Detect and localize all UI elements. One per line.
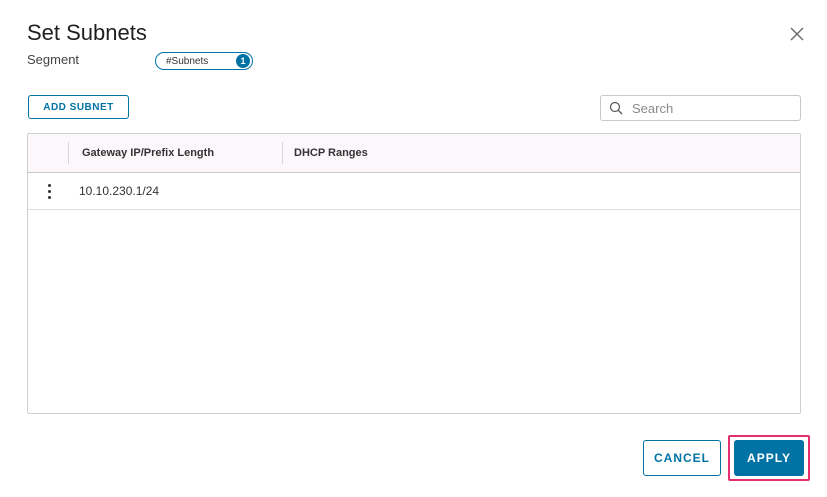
add-subnet-button[interactable]: ADD SUBNET xyxy=(28,95,129,119)
table-row: 10.10.230.1/24 xyxy=(28,173,800,210)
subnets-grid: Gateway IP/Prefix Length DHCP Ranges 10.… xyxy=(27,133,801,414)
grid-header: Gateway IP/Prefix Length DHCP Ranges xyxy=(28,134,800,173)
gateway-cell: 10.10.230.1/24 xyxy=(79,184,160,198)
dialog-title: Set Subnets xyxy=(27,20,147,45)
column-header-dhcp[interactable]: DHCP Ranges xyxy=(294,147,368,159)
column-separator[interactable] xyxy=(68,142,69,164)
subnets-count-badge: 1 xyxy=(236,54,250,68)
cancel-button[interactable]: CANCEL xyxy=(643,440,721,476)
subnets-count-pill[interactable]: #Subnets 1 xyxy=(155,52,253,70)
close-icon[interactable] xyxy=(788,25,806,43)
search-box[interactable] xyxy=(600,95,801,121)
column-separator[interactable] xyxy=(282,142,283,164)
search-input[interactable] xyxy=(630,99,794,117)
more-vertical-icon[interactable] xyxy=(43,182,55,200)
column-header-gateway[interactable]: Gateway IP/Prefix Length xyxy=(82,147,214,159)
apply-button[interactable]: APPLY xyxy=(734,440,804,476)
subnets-pill-label: #Subnets xyxy=(166,55,209,67)
segment-label: Segment xyxy=(27,52,80,67)
search-icon xyxy=(609,101,623,115)
